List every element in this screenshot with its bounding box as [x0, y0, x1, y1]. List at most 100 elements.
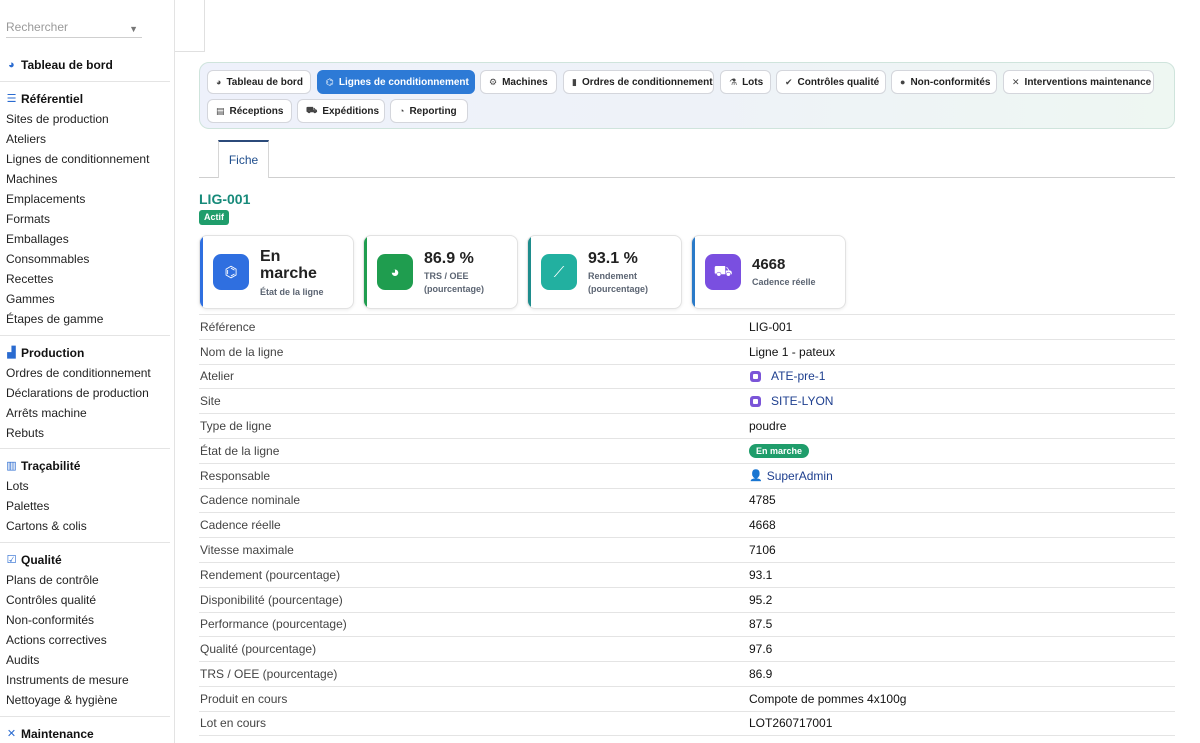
sidebar-item-lots[interactable]: Lots [0, 476, 170, 496]
site-link[interactable]: SITE-LYON [771, 394, 833, 408]
sidebar-section-tracabilite: ▥ Traçabilité Lots Palettes Cartons & col… [0, 457, 170, 536]
sidebar-item-recettes[interactable]: Recettes [0, 269, 170, 289]
flask-icon: ⚗ [729, 76, 738, 87]
table-row: Rendement (pourcentage) 93.1 [199, 561, 1175, 587]
nav-receptions[interactable]: ▤ Réceptions [207, 99, 292, 123]
kpi-value: En marche [260, 248, 317, 282]
nav-machines[interactable]: ⚙ Machines [480, 70, 557, 94]
field-value: LIG-001 [749, 319, 793, 334]
kpi-label: Cadence réelle [752, 277, 816, 287]
sidebar-item-audits[interactable]: Audits [0, 650, 170, 670]
building-icon [750, 370, 761, 382]
card-accent [364, 236, 367, 308]
field-value: 87.5 [749, 617, 773, 632]
record-title: LIG-001 [199, 191, 251, 207]
search-placeholder: Rechercher [6, 20, 69, 34]
nav-ordres-de-conditionnement[interactable]: ▮ Ordres de conditionnement [563, 70, 714, 94]
table-row: Référence LIG-001 [199, 314, 1175, 339]
sidebar-section-production: ▟ Production Ordres de conditionnement Dé… [0, 344, 170, 443]
divider [0, 716, 170, 717]
kpi-label: État de la ligne [260, 287, 324, 297]
divider [0, 335, 170, 336]
field-value: 93.1 [749, 567, 773, 582]
sidebar-item-arrets[interactable]: Arrêts machine [0, 403, 170, 423]
field-label: Performance (pourcentage) [200, 617, 347, 632]
kpi-card-cadence: ⛟ 4668 Cadence réelle [691, 235, 846, 309]
sidebar-item-nonconformites[interactable]: Non-conformités [0, 610, 170, 630]
sidebar-item-nettoyage[interactable]: Nettoyage & hygiène [0, 690, 170, 710]
card-accent [692, 236, 695, 308]
state-pill: En marche [749, 443, 810, 458]
sidebar-item-gammes[interactable]: Gammes [0, 289, 170, 309]
sidebar-item-etapes[interactable]: Étapes de gamme [0, 309, 170, 329]
table-row: Cadence réelle 4668 [199, 512, 1175, 537]
sidebar-item-ordres[interactable]: Ordres de conditionnement [0, 363, 170, 383]
responsable-link[interactable]: SuperAdmin [767, 469, 833, 483]
field-value: SITE-LYON [749, 394, 833, 408]
sidebar-item-formats[interactable]: Formats [0, 209, 170, 229]
sidebar-item-sites[interactable]: Sites de production [0, 109, 170, 129]
sidebar-item-consommables[interactable]: Consommables [0, 249, 170, 269]
nav-lots[interactable]: ⚗ Lots [720, 70, 771, 94]
sidebar-item-emballages[interactable]: Emballages [0, 229, 170, 249]
sidebar-item-lignes[interactable]: Lignes de conditionnement [0, 149, 170, 169]
section-title: Traçabilité [21, 459, 81, 473]
chart-icon: ▟ [7, 346, 16, 359]
search-select[interactable]: Rechercher ▼ [6, 18, 142, 38]
field-label: Atelier [200, 369, 235, 384]
detail-table: Référence LIG-001 Nom de la ligne Ligne 1 … [199, 314, 1175, 736]
table-row: Qualité (pourcentage) 97.6 [199, 636, 1175, 661]
kpi-card-trs: ◕ 86.9 % TRS / OEE (pourcentage) [363, 235, 518, 309]
table-row: Cadence nominale 4785 [199, 487, 1175, 513]
sidebar-item-ateliers[interactable]: Ateliers [0, 129, 170, 149]
field-value: Ligne 1 - pateux [749, 344, 836, 359]
field-value: LOT260717001 [749, 716, 833, 731]
card-accent [528, 236, 531, 308]
header-box [175, 0, 205, 52]
clipboard-check-icon: ☑ [6, 553, 17, 566]
field-value: 👤 SuperAdmin [749, 469, 833, 483]
field-value: 4785 [749, 493, 776, 508]
table-row: Disponibilité (pourcentage) 95.2 [199, 586, 1175, 612]
table-row: Responsable 👤 SuperAdmin [199, 462, 1175, 488]
field-value: 86.9 [749, 667, 773, 682]
nav-reporting[interactable]: ◔ Reporting [390, 99, 468, 123]
kpi-card-rendement: ⟋ 93.1 % Rendement (pourcentage) [527, 235, 682, 309]
sidebar-item-palettes[interactable]: Palettes [0, 496, 170, 516]
nav-expeditions[interactable]: ⛟ Expéditions [297, 99, 385, 123]
nav-interventions-maintenance[interactable]: ✕ Interventions maintenance [1003, 70, 1154, 94]
sidebar-item-controles[interactable]: Contrôles qualité [0, 590, 170, 610]
table-row: État de la ligne En marche [199, 437, 1175, 463]
kpi-label: TRS / OEE (pourcentage) [424, 271, 485, 294]
sidebar-item-actions[interactable]: Actions correctives [0, 630, 170, 650]
chevron-down-icon[interactable]: ▼ [129, 20, 138, 38]
nav-controles-qualite[interactable]: ✔ Contrôles qualité [776, 70, 886, 94]
user-icon: 👤 [749, 470, 763, 483]
sidebar-item-machines[interactable]: Machines [0, 169, 170, 189]
gears-icon: ⚙ [489, 76, 498, 87]
pie-chart-icon: ◔ [399, 106, 405, 116]
section-title: Qualité [21, 553, 62, 567]
divider [0, 542, 170, 543]
table-row: Vitesse maximale 7106 [199, 537, 1175, 562]
status-badge: Actif [199, 210, 229, 225]
field-value: 7106 [749, 543, 776, 558]
nav-lignes-de-conditionnement[interactable]: ⌬ Lignes de conditionnement [317, 70, 475, 94]
tab-fiche[interactable]: Fiche [218, 140, 269, 178]
field-label: Référence [200, 319, 256, 334]
nav-non-conformites[interactable]: ● Non-conformités [891, 70, 997, 94]
sidebar-item-rebuts[interactable]: Rebuts [0, 423, 170, 443]
atelier-link[interactable]: ATE-pre-1 [771, 369, 825, 383]
sidebar-dashboard[interactable]: ◕ Tableau de bord [0, 56, 170, 74]
sidebar-item-plans[interactable]: Plans de contrôle [0, 570, 170, 590]
sidebar-item-cartons[interactable]: Cartons & colis [0, 516, 170, 536]
field-value: poudre [749, 419, 787, 434]
section-title: Référentiel [21, 92, 84, 106]
table-row: Performance (pourcentage) 87.5 [199, 611, 1175, 637]
nav-tableau-de-bord[interactable]: ◕ Tableau de bord [207, 70, 311, 94]
building-icon [750, 395, 761, 407]
sidebar-item-instruments[interactable]: Instruments de mesure [0, 670, 170, 690]
kpi-value: 93.1 % [588, 250, 638, 267]
sidebar-item-emplacements[interactable]: Emplacements [0, 189, 170, 209]
sidebar-item-declarations[interactable]: Déclarations de production [0, 383, 170, 403]
